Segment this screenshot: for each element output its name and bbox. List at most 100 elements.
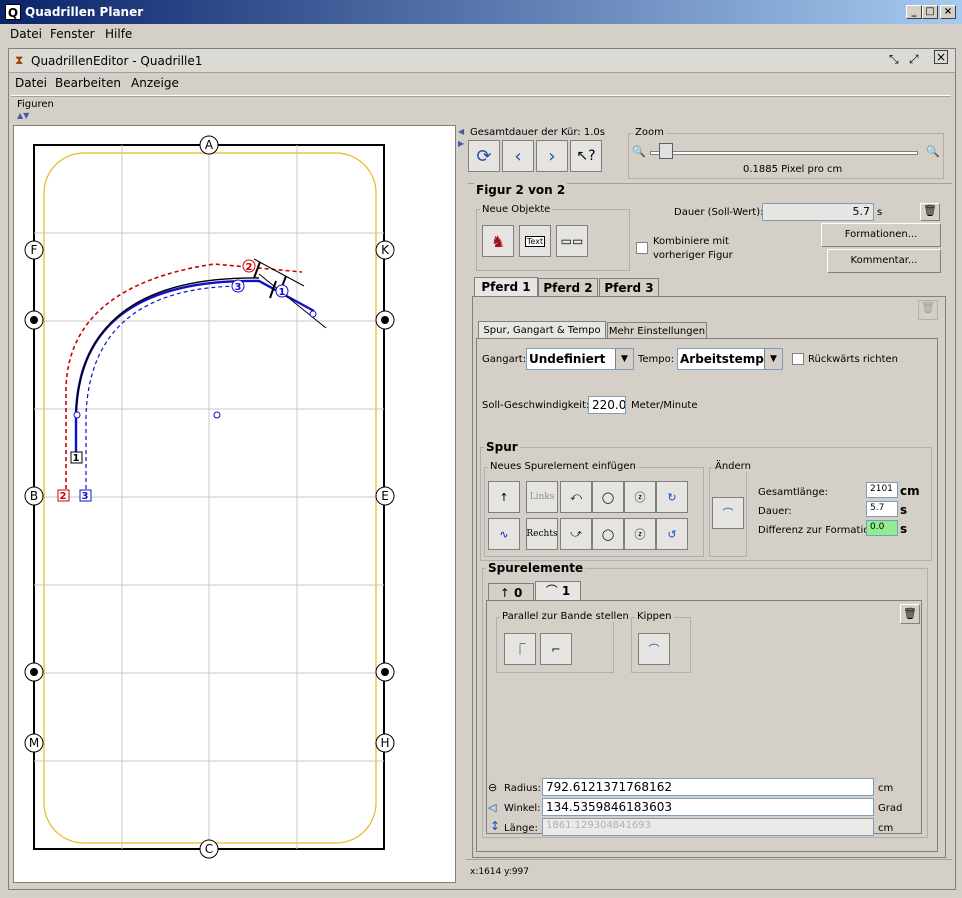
insert-turn-right-button[interactable]: ↺ [656, 518, 688, 550]
letter-m: M [29, 736, 39, 750]
next-figure-button[interactable]: › [536, 140, 568, 172]
section-figuren: Figuren [17, 99, 54, 110]
insert-curve-right-button[interactable]: ⤻ [560, 518, 592, 550]
menu-fenster[interactable]: Fenster [50, 27, 95, 41]
arena-panel[interactable]: A C F B M K E H 1 2 3 2 3 1 [13, 125, 456, 883]
tab-pferd-2[interactable]: Pferd 2 [538, 278, 598, 297]
kippen-label: Kippen [635, 611, 674, 622]
blue-dashed-track [85, 285, 245, 496]
close-icon[interactable]: × [940, 5, 956, 19]
gesamtlaenge-label: Gesamtlänge: [758, 487, 829, 498]
curve-left-icon: ⤺ [570, 490, 582, 503]
trash-icon-disabled: 🗑 [921, 301, 935, 314]
insert-rechts-button[interactable]: Rechts [526, 518, 558, 550]
editor-title: QuadrillenEditor - Quadrille1 [31, 54, 203, 68]
z-circle-icon: ⓩ [634, 491, 646, 504]
menu-hilfe[interactable]: Hilfe [105, 27, 132, 41]
tab-mehr-einstellungen[interactable]: Mehr Einstellungen [607, 322, 707, 339]
dauer-unit: s [877, 207, 883, 218]
arena-canvas[interactable]: A C F B M K E H 1 2 3 2 3 1 [14, 126, 457, 884]
editor-menu-anzeige[interactable]: Anzeige [131, 76, 179, 90]
laenge-icon: ↕ [490, 819, 501, 833]
insert-z-left-button[interactable]: ⓩ [624, 481, 656, 513]
flip-curve-icon: ⌒ [648, 643, 660, 656]
maximize-frame-icon[interactable]: ⤢ [909, 52, 919, 67]
spur-dauer-field: 5.7 [866, 501, 898, 517]
gesamtlaenge-field: 2101 [866, 482, 898, 498]
laenge-unit: cm [878, 823, 894, 834]
neues-spurelement-label: Neues Spurelement einfügen [488, 461, 638, 472]
insert-circle-right-button[interactable]: ◯ [592, 518, 624, 550]
kommentar-button[interactable]: Kommentar... [827, 249, 941, 273]
turn-right-icon: ↺ [667, 527, 677, 541]
maximize-icon[interactable]: □ [922, 5, 938, 19]
chevron-right-icon: › [548, 145, 556, 167]
zoom-slider[interactable] [650, 151, 918, 155]
winkel-field[interactable]: 134.5359846183603 [542, 798, 874, 816]
zoom-label: Zoom [633, 127, 666, 138]
insert-links-button: Links [526, 481, 558, 513]
insert-straight-button[interactable]: ↑ [488, 481, 520, 513]
laenge-label: Länge: [504, 823, 538, 834]
gangart-select[interactable]: Undefiniert ▼ [526, 348, 634, 370]
aendern-button[interactable]: ⌒ [712, 497, 744, 529]
delete-spurelement-button[interactable]: 🗑 [900, 604, 920, 624]
minimize-icon[interactable]: _ [906, 5, 922, 19]
tab-pferd-3[interactable]: Pferd 3 [599, 278, 659, 297]
insert-z-right-button[interactable]: ⓩ [624, 518, 656, 550]
spur-title: Spur [484, 440, 520, 454]
kombiniere-checkbox[interactable] [636, 242, 648, 254]
parallel-end-button[interactable]: ⌐ [540, 633, 572, 665]
add-formation-button[interactable]: ▭▭ [556, 225, 588, 257]
editor-menu-datei[interactable]: Datei [15, 76, 47, 90]
tab-spur-gangart[interactable]: Spur, Gangart & Tempo [478, 321, 606, 339]
insert-circle-left-button[interactable]: ◯ [592, 481, 624, 513]
tempo-select[interactable]: Arbeitstempo ▼ [677, 348, 783, 370]
kippen-button[interactable]: ⌒ [638, 633, 670, 665]
iconify-icon[interactable]: ⤡ [889, 52, 899, 67]
serpentine-icon: ∿ [499, 527, 509, 541]
zoom-text: 0.1885 Pixel pro cm [743, 164, 843, 175]
zoom-slider-thumb[interactable] [658, 143, 673, 159]
black-track [75, 277, 260, 417]
editor-menubar: Datei Bearbeiten Anzeige [9, 73, 955, 93]
track-end-point [309, 310, 317, 318]
radius-unit: cm [878, 783, 894, 794]
splitter[interactable]: ◀ ▶ [458, 125, 466, 883]
aendern-label: Ändern [713, 461, 753, 472]
previous-figure-button[interactable]: ‹ [502, 140, 534, 172]
spurelemente-title: Spurelemente [486, 561, 586, 575]
insert-serpentine-button[interactable]: ∿ [488, 518, 520, 550]
radius-label: Radius: [504, 783, 541, 794]
insert-turn-left-button[interactable]: ↻ [656, 481, 688, 513]
editor-menu-bearbeiten[interactable]: Bearbeiten [55, 76, 121, 90]
tab-spurelement-0[interactable]: ↑ 0 [488, 583, 534, 601]
add-text-button[interactable]: Text [519, 225, 551, 257]
menu-datei[interactable]: Datei [10, 27, 42, 41]
dauer-field[interactable]: 5.7 [762, 203, 874, 221]
formationen-button[interactable]: Formationen... [821, 223, 941, 247]
close-frame-icon[interactable]: × [934, 50, 948, 64]
add-horse-button[interactable]: ♞ [482, 225, 514, 257]
insert-curve-left-button[interactable]: ⤺ [560, 481, 592, 513]
turn-left-icon: ↻ [667, 490, 677, 504]
parallel-start-button[interactable]: ⎾ [504, 633, 536, 665]
letter-a: A [205, 138, 214, 152]
help-pointer-button[interactable]: ↖? [570, 140, 602, 172]
chevron-down-icon: ▼ [615, 349, 633, 369]
pos-marker-2: 2 [246, 262, 253, 273]
radius-icon: ⊖ [488, 781, 498, 794]
soll-field[interactable]: 220.0 [588, 396, 626, 414]
zoom-in-icon[interactable]: 🔍 [926, 145, 940, 158]
rueckwaerts-checkbox[interactable] [792, 353, 804, 365]
tab-spurelement-1[interactable]: ⌒ 1 [535, 581, 581, 601]
zoom-out-icon[interactable]: 🔍 [632, 145, 646, 158]
refresh-button[interactable]: ⟳ [468, 140, 500, 172]
delete-figure-button[interactable]: 🗑 [920, 203, 940, 221]
tab-pferd-1[interactable]: Pferd 1 [474, 277, 538, 297]
hourglass-icon: ⧗ [15, 53, 24, 67]
collapse-arrows-icon[interactable]: ▲▼ [17, 111, 29, 120]
gangart-label: Gangart: [482, 354, 527, 365]
radius-field[interactable]: 792.6121371768162 [542, 778, 874, 796]
differenz-label: Differenz zur Formation: [758, 525, 880, 536]
